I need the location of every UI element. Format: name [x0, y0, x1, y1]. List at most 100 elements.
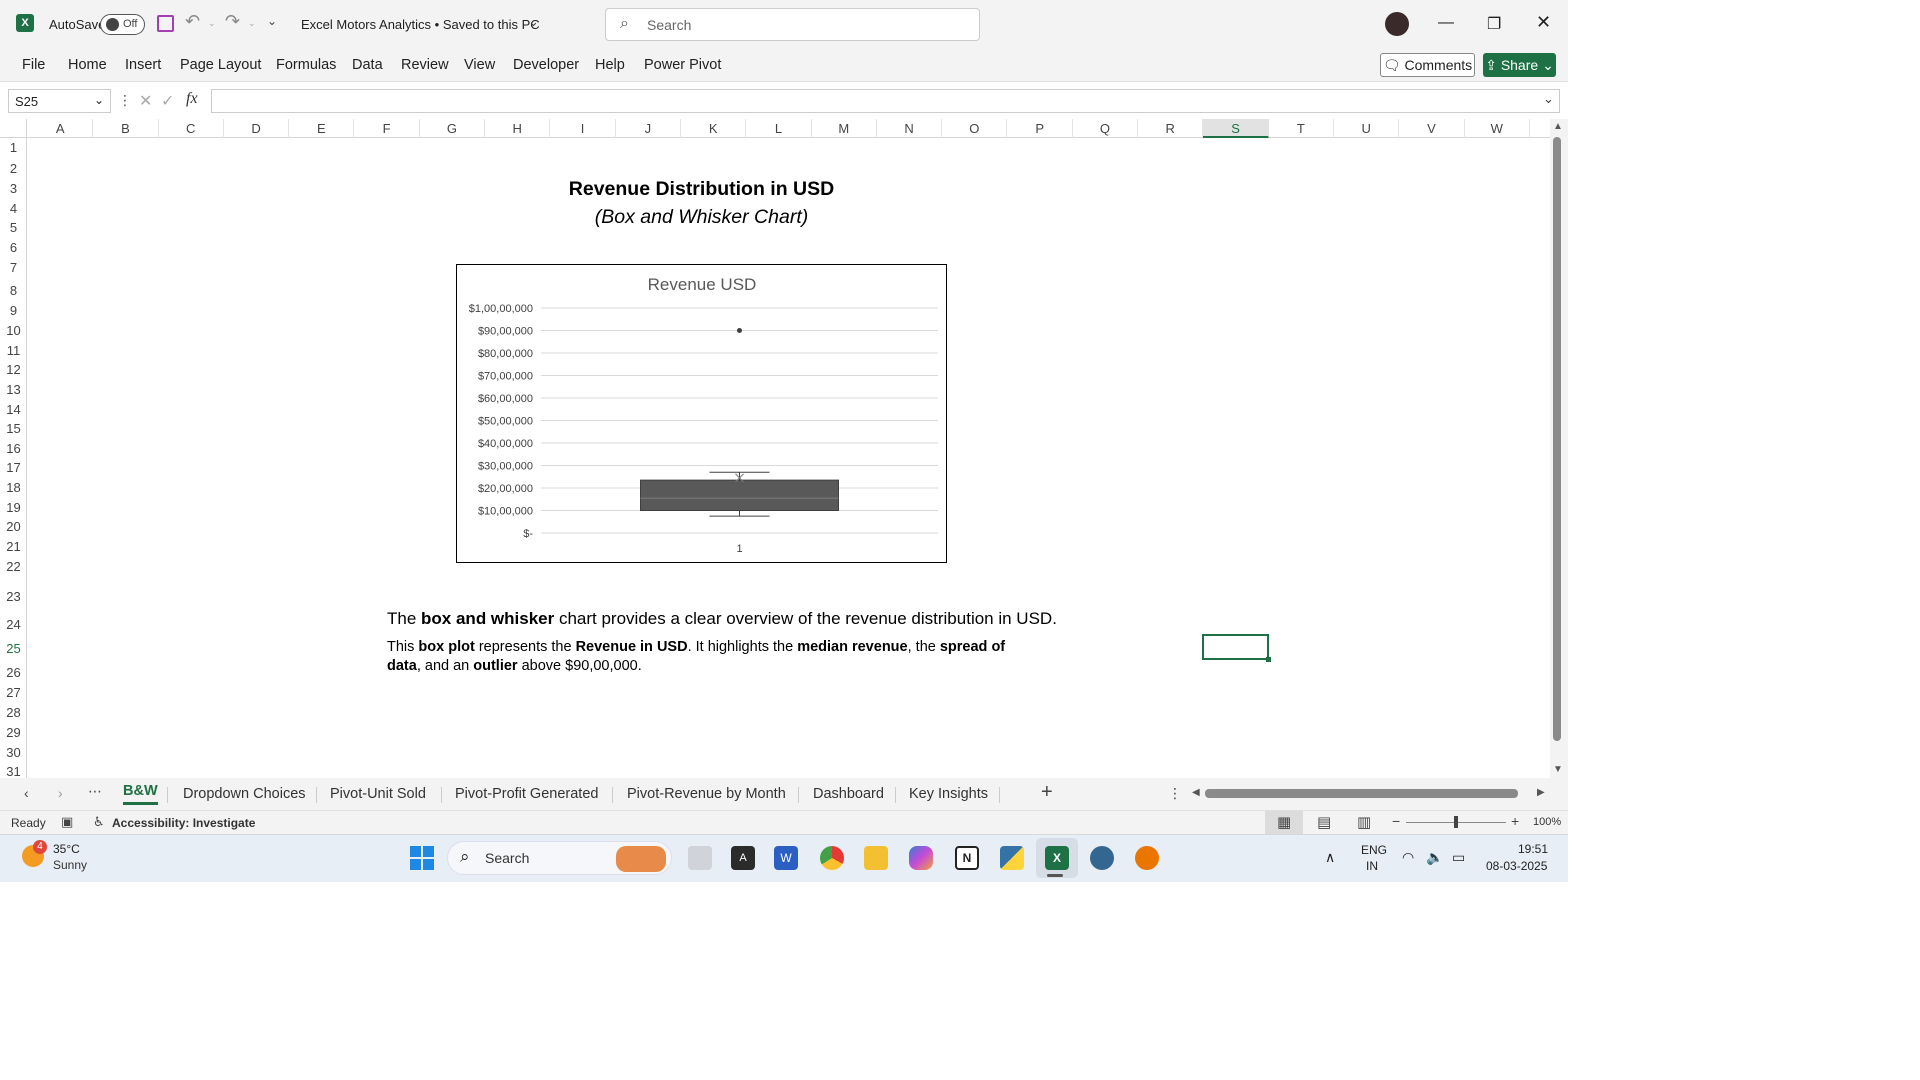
row-header-3[interactable]: 3 [0, 182, 27, 196]
zoom-in-icon[interactable]: + [1511, 813, 1519, 829]
volume-icon[interactable]: 🔈 [1426, 849, 1443, 866]
insert-function-icon[interactable]: fx [186, 90, 198, 108]
menu-view[interactable]: View [464, 57, 495, 73]
row-header-26[interactable]: 26 [0, 666, 27, 680]
add-sheet-icon[interactable]: + [1041, 781, 1053, 804]
row-header-15[interactable]: 15 [0, 422, 27, 436]
row-header-27[interactable]: 27 [0, 686, 27, 700]
row-header-1[interactable]: 1 [0, 141, 27, 155]
column-header-v[interactable]: V [1399, 119, 1465, 138]
row-header-29[interactable]: 29 [0, 726, 27, 740]
notion-icon[interactable]: N [955, 846, 979, 870]
column-header-a[interactable]: A [28, 119, 94, 138]
redo-dropdown-icon[interactable]: ⌄ [248, 18, 256, 29]
word-icon[interactable]: W [774, 846, 798, 870]
autosave-toggle[interactable]: Off [100, 14, 145, 35]
menu-developer[interactable]: Developer [513, 57, 579, 73]
select-all-corner[interactable] [0, 119, 27, 138]
column-header-d[interactable]: D [224, 119, 290, 138]
blender-icon[interactable] [1135, 846, 1159, 870]
prev-sheet-icon[interactable]: ‹ [24, 785, 29, 801]
clock-date[interactable]: 08-03-2025 [1486, 859, 1547, 873]
document-title[interactable]: Excel Motors Analytics • Saved to this P… [301, 17, 540, 32]
row-header-6[interactable]: 6 [0, 241, 27, 255]
file-explorer-icon[interactable] [864, 846, 888, 870]
next-sheet-icon[interactable]: › [58, 785, 63, 801]
postgres-icon[interactable] [1090, 846, 1114, 870]
start-icon[interactable] [410, 846, 434, 870]
menu-data[interactable]: Data [352, 57, 383, 73]
share-button[interactable]: ⇪ Share ⌄ [1483, 53, 1556, 77]
row-header-9[interactable]: 9 [0, 304, 27, 318]
task-view-icon[interactable] [688, 846, 712, 870]
save-icon[interactable] [157, 15, 174, 32]
name-box[interactable]: S25 ⌄ [8, 89, 111, 113]
tab-pivot-revenue-by-month[interactable]: Pivot-Revenue by Month [627, 786, 786, 802]
page-layout-view-icon[interactable]: ▤ [1317, 813, 1331, 831]
customize-toolbar-icon[interactable]: ⌄ [267, 14, 277, 28]
column-header-s[interactable]: S [1203, 119, 1269, 138]
menu-page-layout[interactable]: Page Layout [180, 57, 261, 73]
enter-icon[interactable]: ✓ [161, 91, 174, 111]
column-header-o[interactable]: O [942, 119, 1008, 138]
menu-review[interactable]: Review [401, 57, 449, 73]
row-header-7[interactable]: 7 [0, 261, 27, 275]
column-header-p[interactable]: P [1008, 119, 1073, 138]
row-header-25[interactable]: 25 [0, 642, 27, 656]
selected-cell[interactable] [1202, 634, 1271, 662]
row-header-8[interactable]: 8 [0, 284, 27, 298]
taskbar-search[interactable]: ⌕ Search [447, 841, 672, 875]
app-a-icon[interactable]: A [731, 846, 755, 870]
column-header-q[interactable]: Q [1073, 119, 1139, 138]
row-header-16[interactable]: 16 [0, 442, 27, 456]
horizontal-scroll-thumb[interactable] [1205, 789, 1518, 798]
accessibility-status[interactable]: Accessibility: Investigate [112, 816, 255, 830]
row-header-12[interactable]: 12 [0, 363, 27, 377]
tab-pivot-unit-sold[interactable]: Pivot-Unit Sold [330, 786, 426, 802]
row-header-18[interactable]: 18 [0, 481, 27, 495]
scroll-left-icon[interactable]: ◀ [1192, 787, 1200, 798]
tab-dashboard[interactable]: Dashboard [813, 786, 884, 802]
row-header-2[interactable]: 2 [0, 162, 27, 176]
column-header-i[interactable]: I [550, 119, 616, 138]
zoom-slider-thumb[interactable] [1454, 816, 1458, 828]
python-icon[interactable] [1000, 846, 1024, 870]
formula-bar-options-icon[interactable]: ⋮ [118, 92, 132, 109]
row-header-13[interactable]: 13 [0, 383, 27, 397]
zoom-out-icon[interactable]: − [1392, 813, 1400, 829]
menu-power-pivot[interactable]: Power Pivot [644, 57, 721, 73]
menu-help[interactable]: Help [595, 57, 625, 73]
search-box[interactable]: ⌕ Search [605, 8, 980, 41]
comments-button[interactable]: 🗨 Comments [1380, 53, 1475, 77]
column-header-w[interactable]: W [1465, 119, 1530, 138]
undo-dropdown-icon[interactable]: ⌄ [208, 18, 216, 29]
title-chevron-down-icon[interactable]: ⌄ [528, 14, 539, 30]
accessibility-icon[interactable]: ♿ [93, 814, 105, 830]
tab-dropdown-choices[interactable]: Dropdown Choices [183, 786, 306, 802]
row-header-4[interactable]: 4 [0, 202, 27, 216]
zoom-level[interactable]: 100% [1533, 816, 1561, 828]
row-header-14[interactable]: 14 [0, 403, 27, 417]
row-header-31[interactable]: 31 [0, 765, 27, 779]
column-header-f[interactable]: F [355, 119, 420, 138]
excel-taskbar-icon[interactable]: X [1045, 846, 1069, 870]
column-header-h[interactable]: H [485, 119, 551, 138]
column-header-u[interactable]: U [1334, 119, 1400, 138]
scroll-right-icon[interactable]: ▶ [1537, 787, 1545, 798]
column-header-t[interactable]: T [1269, 119, 1334, 138]
lang-in[interactable]: IN [1366, 859, 1378, 873]
row-header-20[interactable]: 20 [0, 520, 27, 534]
column-header-m[interactable]: M [812, 119, 877, 138]
row-header-28[interactable]: 28 [0, 706, 27, 720]
menu-insert[interactable]: Insert [125, 57, 161, 73]
minimize-icon[interactable]: — [1438, 14, 1454, 32]
weather-temp[interactable]: 35°C [53, 842, 80, 856]
menu-home[interactable]: Home [68, 57, 107, 73]
row-header-5[interactable]: 5 [0, 221, 27, 235]
column-header-c[interactable]: C [159, 119, 224, 138]
column-header-r[interactable]: R [1138, 119, 1204, 138]
wifi-icon[interactable]: ◠ [1402, 849, 1414, 866]
column-header-b[interactable]: B [93, 119, 159, 138]
tab-key-insights[interactable]: Key Insights [909, 786, 988, 802]
restore-icon[interactable]: ❐ [1487, 14, 1501, 34]
